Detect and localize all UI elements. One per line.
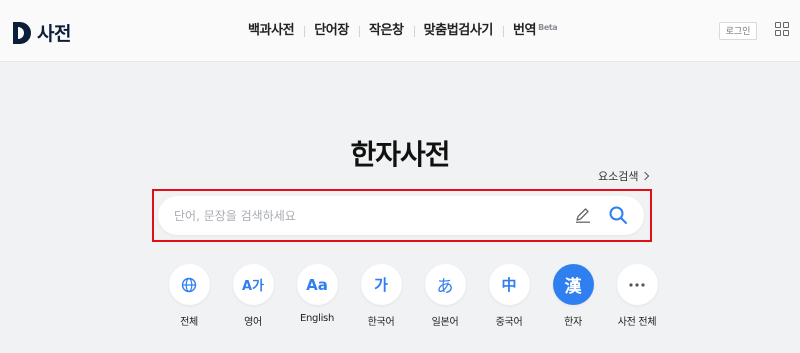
nav-item-mini-window[interactable]: 작은창 <box>358 22 414 40</box>
hanja-icon: 漢 <box>552 264 594 305</box>
page-title: 한자사전 <box>350 138 450 171</box>
category-label: 한자 <box>564 317 582 328</box>
top-header: 사전 백과사전 단어장 작은창 맞춤법검사기 번역 Beta 로그인 <box>0 0 800 62</box>
apps-grid-icon[interactable] <box>775 22 789 36</box>
category-japanese[interactable]: あ 일본어 <box>413 264 477 328</box>
category-english[interactable]: Aa English <box>285 264 349 328</box>
english-icon: Aa <box>296 264 338 305</box>
chevron-right-icon <box>641 171 650 181</box>
category-label: English <box>299 313 334 324</box>
category-all[interactable]: 전체 <box>157 264 221 328</box>
nav-item-translate-label: 번역 <box>513 23 537 38</box>
grid-cell <box>775 22 781 28</box>
logo-d-icon <box>13 21 31 44</box>
category-label: 영어 <box>244 317 262 328</box>
english-korean-icon: A가 <box>232 264 274 305</box>
category-chinese[interactable]: 中 중국어 <box>477 264 541 328</box>
category-label: 일본어 <box>431 317 459 328</box>
chinese-icon: 中 <box>488 264 530 305</box>
grid-cell <box>783 30 789 36</box>
grid-cell <box>775 30 781 36</box>
category-hanja[interactable]: 漢 한자 <box>541 264 605 328</box>
globe-icon <box>168 264 210 305</box>
category-all-dictionaries[interactable]: 사전 전체 <box>605 264 669 328</box>
category-label: 중국어 <box>495 317 523 328</box>
more-icon <box>616 264 658 305</box>
nav-item-spell-checker[interactable]: 맞춤법검사기 <box>413 22 503 40</box>
japanese-icon: あ <box>424 264 466 305</box>
category-label: 사전 전체 <box>617 317 657 328</box>
category-label: 한국어 <box>367 317 395 328</box>
category-bar: 전체 A가 영어 Aa English 가 한국어 あ 일본어 中 중국어 漢 … <box>157 264 669 328</box>
category-label: 전체 <box>180 317 198 328</box>
logo[interactable]: 사전 <box>13 19 71 46</box>
main-nav: 백과사전 단어장 작은창 맞춤법검사기 번역 Beta <box>238 22 567 40</box>
nav-item-encyclopedia[interactable]: 백과사전 <box>238 22 304 40</box>
grid-cell <box>783 22 789 28</box>
category-english-korean[interactable]: A가 영어 <box>221 264 285 328</box>
korean-icon: 가 <box>360 264 402 305</box>
nav-item-translate[interactable]: 번역 Beta <box>503 22 567 40</box>
login-button[interactable]: 로그인 <box>719 22 757 40</box>
advanced-search-label: 요소검색 <box>598 170 639 183</box>
nav-item-wordbook[interactable]: 단어장 <box>304 22 359 40</box>
highlight-frame <box>152 189 652 242</box>
advanced-search-link[interactable]: 요소검색 <box>598 168 650 184</box>
beta-badge: Beta <box>538 23 558 32</box>
category-korean[interactable]: 가 한국어 <box>349 264 413 328</box>
logo-text: 사전 <box>37 23 71 45</box>
